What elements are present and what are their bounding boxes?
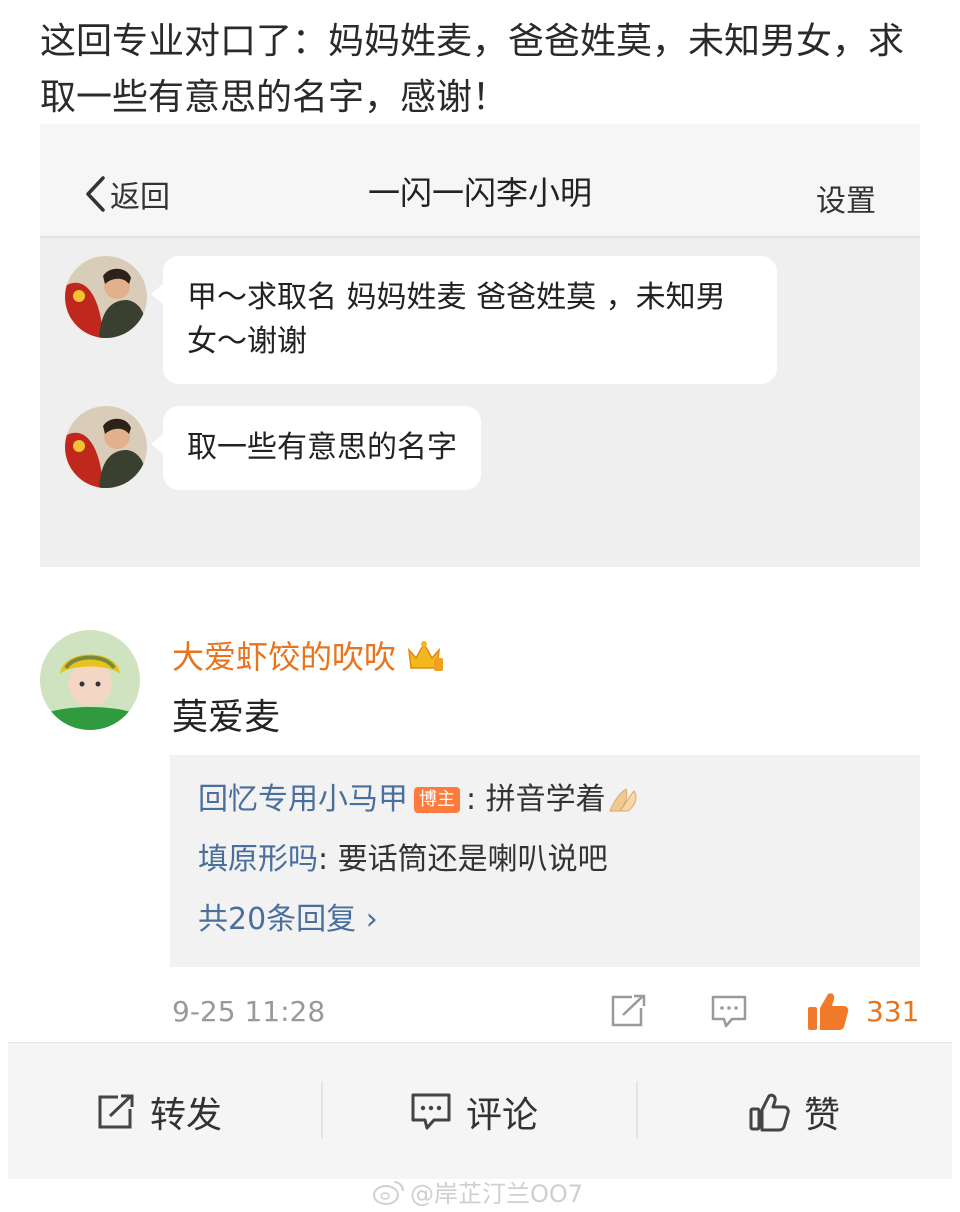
sender-avatar <box>65 406 147 488</box>
chat-message-bubble: 取一些有意思的名字 <box>151 406 481 490</box>
comment-icon <box>411 1093 451 1130</box>
reply-text: : 要话筒还是喇叭说吧 <box>318 842 608 877</box>
chat-header: 返回 一闪一闪李小明 设置 <box>40 124 920 238</box>
avatar-image-icon <box>40 630 140 730</box>
bottom-action-bar: 转发 评论 赞 <box>8 1042 952 1179</box>
author-badge: 博主 <box>414 787 460 813</box>
comment-button[interactable]: 评论 <box>410 1087 538 1137</box>
comment-label: 评论 <box>466 1095 539 1136</box>
like-label: 赞 <box>804 1095 841 1136</box>
watermark: @岸芷汀兰OO7 <box>372 1174 583 1209</box>
chat-message-bubble: 甲～求取名 妈妈姓麦 爸爸姓莫 ，未知男女～谢谢 <box>151 256 777 384</box>
post-text: 这回专业对口了：妈妈姓麦，爸爸姓莫，未知男女，求取一些有意思的名字，感谢！ <box>40 21 905 118</box>
settings-button[interactable]: 设置 <box>816 176 876 220</box>
sender-avatar <box>65 256 147 338</box>
comment-body: 莫爱麦 <box>172 697 281 738</box>
thumbs-up-icon[interactable] <box>806 990 850 1032</box>
commenter-avatar[interactable] <box>40 630 140 730</box>
reply-user[interactable]: 填原形吗 <box>198 840 318 880</box>
comment-author[interactable]: 大爱虾饺的吹吹 <box>172 632 444 678</box>
repost-label: 转发 <box>150 1095 223 1136</box>
weibo-logo-icon <box>373 1180 404 1205</box>
repost-icon <box>98 1094 134 1129</box>
like-count: 331 <box>866 995 920 1028</box>
share-icon[interactable] <box>610 994 648 1028</box>
crown-icon <box>408 641 444 671</box>
footer-divider <box>321 1081 323 1139</box>
avatar-image-icon <box>65 256 147 338</box>
more-replies-link[interactable]: 共20条回复 › <box>198 900 378 940</box>
reply-item[interactable]: 回忆专用小马甲 博主 : 拼音学着 <box>198 780 642 820</box>
reply-user[interactable]: 回忆专用小马甲 <box>198 780 408 820</box>
reply-text: : 拼音学着 <box>466 782 606 817</box>
chat-screenshot: 返回 一闪一闪李小明 设置 甲～求取名 妈妈姓麦 爸爸姓莫 ，未知男女～谢谢 取… <box>40 124 920 567</box>
avatar-image-icon <box>65 406 147 488</box>
like-button[interactable]: 赞 <box>748 1087 840 1137</box>
watermark-text: @岸芷汀兰OO7 <box>410 1180 584 1208</box>
comment-author-name: 大爱虾饺的吹吹 <box>172 638 397 676</box>
footer-divider <box>636 1081 638 1139</box>
chat-title: 一闪一闪李小明 <box>367 174 592 212</box>
reply-item[interactable]: 填原形吗 : 要话筒还是喇叭说吧 <box>198 840 608 880</box>
repost-button[interactable]: 转发 <box>96 1087 222 1137</box>
reply-box: 回忆专用小马甲 博主 : 拼音学着 填原形吗 : 要话筒还是喇叭说吧 共20条回… <box>170 755 920 967</box>
folded-hands-emoji-icon <box>608 788 637 812</box>
thumbs-up-outline-icon <box>749 1093 790 1132</box>
comment-timestamp: 9-25 11:28 <box>172 995 326 1028</box>
comment-icon[interactable] <box>710 994 748 1030</box>
